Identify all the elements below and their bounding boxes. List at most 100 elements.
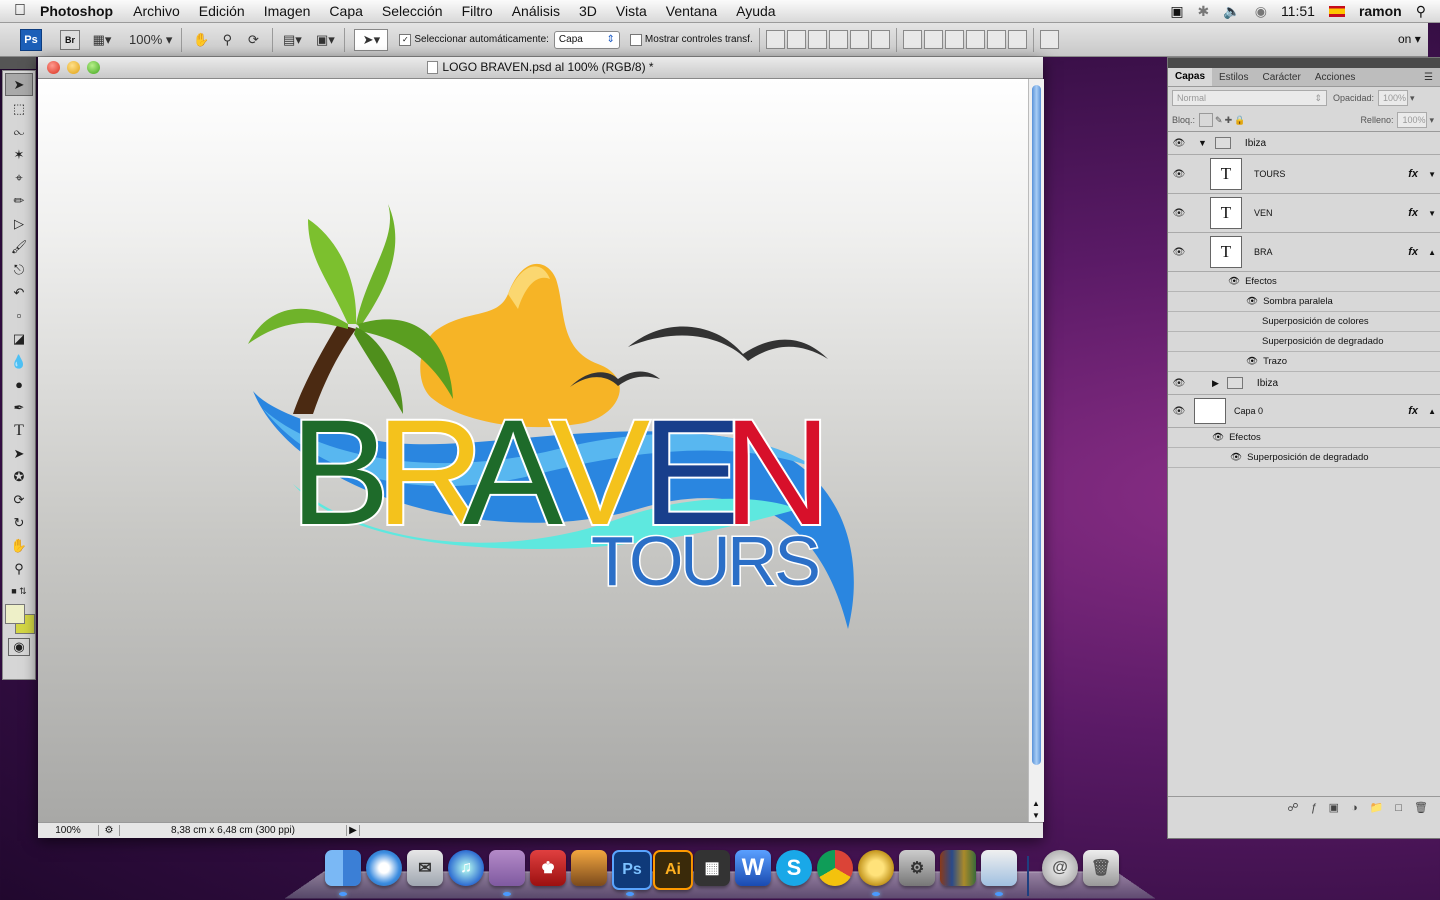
add-style-icon[interactable]: ƒ xyxy=(1310,802,1316,814)
scrollbar-thumb[interactable] xyxy=(1032,85,1041,765)
move-tool-preset-icon[interactable]: ➤▾ xyxy=(354,28,389,51)
align-bottom-icon[interactable] xyxy=(807,30,827,49)
adjustment-layer-icon[interactable]: ◑ xyxy=(1351,802,1358,814)
history-brush-tool-icon[interactable]: ↶ xyxy=(6,282,32,303)
paint-bucket-tool-icon[interactable]: ◪ xyxy=(6,328,32,349)
fill-input[interactable]: 100% xyxy=(1397,112,1428,128)
move-tool-icon[interactable]: ➤ xyxy=(5,73,33,96)
tools-panel-header[interactable] xyxy=(0,57,36,69)
foreground-color-swatch[interactable] xyxy=(5,604,25,624)
wifi-icon[interactable]: ◉ xyxy=(1255,3,1267,20)
mail-icon[interactable]: ✉ xyxy=(407,850,443,886)
align-top-icon[interactable] xyxy=(765,30,785,49)
menu-ventana[interactable]: Ventana xyxy=(666,3,717,19)
bluetooth-icon[interactable]: ✱ xyxy=(1198,3,1210,20)
skype-icon[interactable]: S xyxy=(776,850,812,886)
illustrator-dock-icon[interactable]: Ai xyxy=(653,850,693,890)
screen-mode-icon[interactable]: ▣▾ xyxy=(315,30,335,50)
distribute-hcenter-icon[interactable] xyxy=(986,30,1006,49)
visibility-eye-icon[interactable]: 👁 xyxy=(1168,247,1190,258)
layer-name[interactable]: Ibiza xyxy=(1245,138,1266,149)
system-preferences-icon[interactable]: ⚙ xyxy=(899,850,935,886)
layer-group-ibiza-nested[interactable]: 👁 ▶ Ibiza xyxy=(1168,372,1440,395)
ps-logo[interactable]: Ps xyxy=(20,28,42,51)
lasso-tool-icon[interactable]: ⧜ xyxy=(6,121,32,142)
visibility-eye-icon[interactable]: 👁 xyxy=(1168,406,1190,417)
scroll-down-arrow-icon[interactable]: ▼ xyxy=(1032,811,1040,820)
effect-eye-icon[interactable]: 👁 xyxy=(1228,276,1240,287)
3d-rotate-tool-icon[interactable]: ⟳ xyxy=(6,489,32,510)
checkbox-unchecked-icon[interactable] xyxy=(629,33,642,46)
chrome-icon[interactable] xyxy=(817,850,853,886)
effect-stroke[interactable]: 👁 Trazo xyxy=(1168,352,1440,372)
expand-triangle-icon[interactable]: ▶ xyxy=(1212,378,1219,389)
distribute-bottom-icon[interactable] xyxy=(944,30,964,49)
new-layer-icon[interactable]: □ xyxy=(1395,802,1402,814)
effect-eye-icon[interactable]: 👁 xyxy=(1212,432,1224,443)
layer-name[interactable]: TOURS xyxy=(1254,169,1285,179)
vertical-scrollbar[interactable]: ▲ ▼ xyxy=(1028,79,1044,822)
new-group-icon[interactable]: 📁 xyxy=(1370,801,1384,814)
fx-icon[interactable]: fx xyxy=(1408,168,1418,180)
brush-tool-icon[interactable]: 🖌 xyxy=(6,236,32,257)
zoom-level-select[interactable]: 100% ▾ xyxy=(129,30,172,50)
effect-color-overlay[interactable]: Superposición de colores xyxy=(1168,312,1440,332)
zoom-tool-icon[interactable]: ⚲ xyxy=(217,30,237,50)
fill-dropdown-icon[interactable]: ▾ xyxy=(1429,115,1434,126)
auto-select-target-select[interactable]: Capa ⇕ xyxy=(553,30,620,49)
volume-icon[interactable]: 🔈 xyxy=(1223,3,1240,20)
itunes-icon[interactable]: ♫ xyxy=(448,850,484,886)
bridge-button[interactable]: Br xyxy=(60,29,80,50)
effect-eye-icon[interactable]: 👁 xyxy=(1246,356,1258,367)
minimize-button[interactable] xyxy=(67,61,80,74)
tab-acciones[interactable]: Acciones xyxy=(1308,72,1363,83)
layer-name[interactable]: Capa 0 xyxy=(1234,406,1263,416)
distribute-vcenter-icon[interactable] xyxy=(923,30,943,49)
effect-drop-shadow[interactable]: 👁 Sombra paralela xyxy=(1168,292,1440,312)
safari-icon[interactable] xyxy=(366,850,402,886)
layer-name[interactable]: Ibiza xyxy=(1257,378,1278,389)
effects-header[interactable]: 👁 Efectos xyxy=(1168,272,1440,292)
delete-layer-icon[interactable]: 🗑 xyxy=(1414,801,1428,814)
view-extras-icon[interactable]: ▦▾ xyxy=(92,30,112,50)
display-icon[interactable]: ▣ xyxy=(1170,3,1183,20)
mail-alias-icon[interactable]: @ xyxy=(1042,850,1078,886)
visibility-eye-icon[interactable]: 👁 xyxy=(1168,169,1190,180)
custom-shape-tool-icon[interactable]: ✪ xyxy=(6,466,32,487)
menu-capa[interactable]: Capa xyxy=(329,3,362,19)
flag-icon[interactable] xyxy=(1328,5,1345,17)
menu-3d[interactable]: 3D xyxy=(579,3,597,19)
text-layer-thumbnail-icon[interactable]: T xyxy=(1210,158,1242,190)
chevron-down-icon[interactable]: ▾ xyxy=(1415,32,1421,46)
checkbox-checked-icon[interactable]: ✓ xyxy=(399,33,412,46)
collapse-effects-icon[interactable]: ▼ xyxy=(1428,170,1436,179)
preview-icon[interactable] xyxy=(981,850,1017,886)
distribute-top-icon[interactable] xyxy=(902,30,922,49)
eraser-tool-icon[interactable]: ▫ xyxy=(6,305,32,326)
menu-seleccion[interactable]: Selección xyxy=(382,3,443,19)
status-info-icon[interactable]: ⚙ xyxy=(99,825,120,836)
dashboard-icon[interactable]: ▦ xyxy=(694,850,730,886)
text-layer-thumbnail-icon[interactable]: T xyxy=(1210,236,1242,268)
visibility-eye-icon[interactable]: 👁 xyxy=(1168,138,1190,149)
expand-effects-icon[interactable]: ▲ xyxy=(1428,248,1436,257)
magic-wand-tool-icon[interactable]: ✶ xyxy=(6,144,32,165)
text-layer-thumbnail-icon[interactable]: T xyxy=(1210,197,1242,229)
lock-pixels-icon[interactable]: ✎ xyxy=(1215,115,1223,126)
align-left-icon[interactable] xyxy=(828,30,848,49)
apple-icon[interactable]:  xyxy=(0,2,40,20)
layer-name[interactable]: VEN xyxy=(1254,208,1273,218)
align-hcenter-icon[interactable] xyxy=(849,30,869,49)
fx-icon[interactable]: fx xyxy=(1408,207,1418,219)
effect-eye-icon[interactable]: 👁 xyxy=(1246,296,1258,307)
effect-eye-icon[interactable]: 👁 xyxy=(1230,452,1242,463)
layer-capa-0[interactable]: 👁 Capa 0 fx ▲ xyxy=(1168,395,1440,428)
layer-ven[interactable]: 👁 T VEN fx ▼ xyxy=(1168,194,1440,233)
visibility-eye-icon[interactable]: 👁 xyxy=(1168,378,1190,389)
effects-header[interactable]: 👁 Efectos xyxy=(1168,428,1440,448)
opacity-dropdown-icon[interactable]: ▾ xyxy=(1410,93,1415,104)
collapse-effects-icon[interactable]: ▼ xyxy=(1428,209,1436,218)
expand-effects-icon[interactable]: ▲ xyxy=(1428,407,1436,416)
scroll-up-arrow-icon[interactable]: ▲ xyxy=(1032,799,1040,808)
user-menu[interactable]: ramon xyxy=(1359,3,1402,19)
